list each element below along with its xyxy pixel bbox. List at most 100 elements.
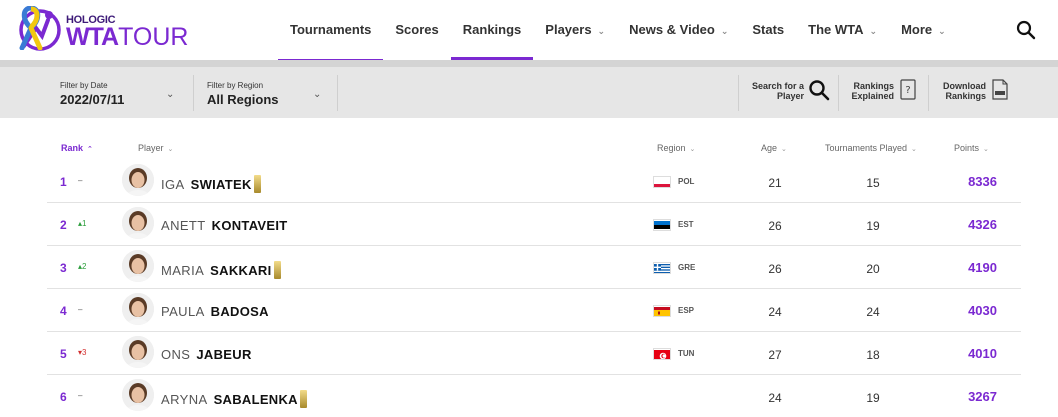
table-row[interactable]: 4 – PAULA BADOSA ESP 24 24 4030 (47, 290, 1021, 332)
rank-number: 5 (60, 347, 67, 361)
tournaments-played: 20 (866, 262, 880, 276)
rank-number: 3 (60, 261, 67, 275)
player-name-link[interactable]: ANETT KONTAVEIT (161, 218, 288, 233)
player-name-link[interactable]: ONS JABEUR (161, 347, 252, 362)
top-navigation-bar: HOLOGIC WTATOUR Tournaments Scores Ranking… (0, 0, 1058, 60)
age-column-header[interactable]: Age ⌄ (761, 143, 787, 153)
wta-tour-logo[interactable]: HOLOGIC WTATOUR (18, 6, 218, 54)
ranking-points: 8336 (968, 174, 997, 189)
rank-movement: – (78, 176, 83, 185)
tournaments-played: 18 (866, 348, 880, 362)
player-first-name: PAULA (161, 304, 205, 319)
gold-badge-icon (299, 390, 307, 408)
nav-label: Stats (752, 22, 785, 37)
nav-label: News & Video (629, 22, 715, 37)
tournaments-played: 19 (866, 219, 880, 233)
date-filter-value: 2022/07/11 (60, 92, 125, 107)
player-name-link[interactable]: ARYNA SABALENKA (161, 390, 307, 408)
search-icon[interactable] (1016, 20, 1036, 40)
country-flag-icon (653, 348, 671, 360)
region-code: GRE (678, 263, 696, 272)
nav-players[interactable]: Players ⌄ (533, 0, 617, 60)
avatar[interactable] (122, 379, 154, 411)
rank-movement: ▾3 (78, 348, 87, 357)
table-row[interactable]: 6 – ARYNA SABALENKA 24 19 3267 (47, 376, 1021, 417)
player-column-header[interactable]: Player ⌄ (138, 143, 173, 153)
nav-label: Players (545, 22, 592, 37)
rank-number: 6 (60, 390, 67, 404)
main-nav: Tournaments Scores Rankings Players ⌄ News & … (278, 0, 958, 60)
nav-label: Rankings (462, 22, 522, 37)
player-name-link[interactable]: PAULA BADOSA (161, 304, 269, 319)
tour-wordmark: TOUR (118, 23, 189, 51)
tournaments-column-label: Tournaments Played (825, 143, 908, 153)
region-column-label: Region (657, 143, 686, 153)
rank-column-label: Rank (61, 143, 84, 153)
player-first-name: ARYNA (161, 392, 208, 407)
player-first-name: ANETT (161, 218, 206, 233)
nav-label: Tournaments (290, 22, 372, 37)
avatar[interactable] (122, 293, 154, 325)
avatar[interactable] (122, 336, 154, 368)
player-photo-icon (122, 207, 154, 239)
chevron-down-icon: ⌄ (720, 26, 729, 36)
rank-movement: ▴1 (78, 219, 87, 228)
search-player-line2: Player (776, 91, 804, 101)
gold-badge-icon (273, 261, 281, 279)
player-age: 27 (768, 348, 782, 362)
filter-divider (738, 75, 739, 111)
table-row[interactable]: 1 – IGA SWIATEK POL 21 15 8336 (47, 161, 1021, 203)
filter-divider (193, 75, 194, 111)
chevron-down-icon: ⌄ (689, 146, 696, 153)
chevron-down-icon: ⌄ (166, 89, 175, 100)
avatar[interactable] (122, 164, 154, 196)
pdf-download-icon (992, 79, 1008, 100)
table-row[interactable]: 3 ▴2 MARIA SAKKARI GRE 26 20 4190 (47, 247, 1021, 289)
player-photo-icon (122, 336, 154, 368)
age-column-label: Age (761, 143, 778, 153)
date-filter-dropdown[interactable]: Filter by Date 2022/07/11 ⌄ (60, 67, 180, 118)
chevron-down-icon: ⌄ (983, 146, 989, 153)
rankings-table-header: Rank ⌃ Player ⌄ Region ⌄ Age ⌄ Tournaments P… (0, 140, 1058, 156)
nav-scores[interactable]: Scores (383, 0, 450, 60)
region-filter-label: Filter by Region (207, 81, 264, 90)
player-first-name: IGA (161, 177, 185, 192)
player-name-link[interactable]: MARIA SAKKARI (161, 261, 281, 279)
rank-movement: – (78, 305, 83, 314)
points-column-header[interactable]: Points ⌄ (954, 143, 989, 153)
player-last-name: SABALENKA (213, 392, 298, 407)
region-column-header[interactable]: Region ⌄ (657, 143, 695, 153)
ranking-points: 4010 (968, 346, 997, 361)
nav-label: More (901, 22, 933, 37)
player-name-link[interactable]: IGA SWIATEK (161, 175, 261, 193)
rank-column-header[interactable]: Rank ⌃ (61, 143, 93, 153)
avatar[interactable] (122, 207, 154, 239)
chevron-down-icon: ⌄ (313, 89, 322, 100)
nav-news-video[interactable]: News & Video ⌄ (617, 0, 740, 60)
nav-tournaments[interactable]: Tournaments (278, 0, 384, 60)
date-filter-label: Filter by Date (60, 81, 108, 90)
region-code: TUN (678, 349, 695, 358)
country-flag-icon (653, 305, 671, 317)
filter-divider (337, 75, 338, 111)
avatar[interactable] (122, 250, 154, 282)
table-row[interactable]: 5 ▾3 ONS JABEUR TUN 27 18 4010 (47, 333, 1021, 375)
nav-rankings[interactable]: Rankings (450, 0, 534, 60)
tournaments-column-header[interactable]: Tournaments Played ⌄ (825, 143, 917, 153)
player-last-name: SWIATEK (190, 177, 252, 192)
wta-tour-wordmark: WTATOUR (66, 23, 189, 51)
ranking-points: 4326 (968, 217, 997, 232)
player-age: 24 (768, 391, 782, 405)
nav-the-wta[interactable]: The WTA ⌄ (796, 0, 889, 60)
player-column-label: Player (138, 143, 164, 153)
player-age: 24 (768, 305, 782, 319)
gold-badge-icon (253, 175, 261, 193)
table-row[interactable]: 2 ▴1 ANETT KONTAVEIT EST 26 19 4326 (47, 204, 1021, 246)
nav-more[interactable]: More ⌄ (889, 0, 958, 60)
document-question-icon: ? (900, 79, 916, 100)
ranking-points: 4190 (968, 260, 997, 275)
player-first-name: MARIA (161, 263, 205, 278)
rankings-explained-label: Rankings Explained (846, 81, 894, 101)
region-filter-dropdown[interactable]: Filter by Region All Regions ⌄ (207, 67, 327, 118)
nav-stats[interactable]: Stats (740, 0, 796, 60)
